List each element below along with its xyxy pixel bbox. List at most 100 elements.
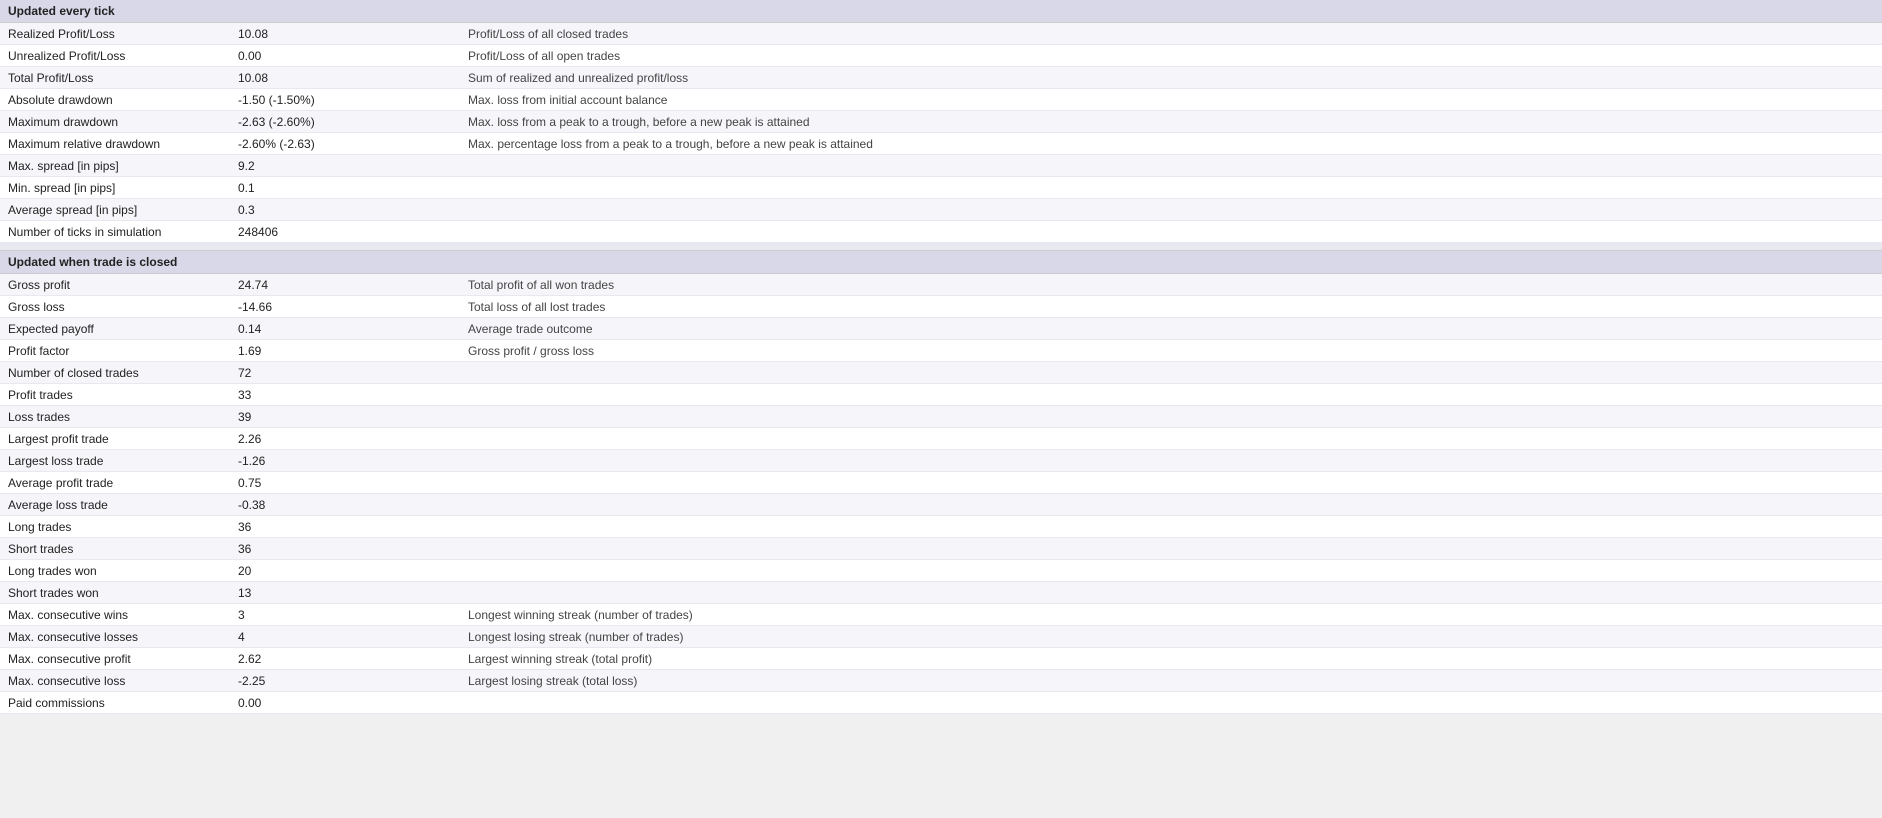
row-label: Short trades bbox=[0, 539, 230, 559]
table-row: Total Profit/Loss10.08Sum of realized an… bbox=[0, 67, 1882, 89]
row-label: Profit trades bbox=[0, 385, 230, 405]
row-desc: Largest losing streak (total loss) bbox=[460, 671, 1882, 691]
row-value: 2.62 bbox=[230, 649, 460, 669]
row-desc bbox=[460, 700, 1882, 706]
row-desc: Longest losing streak (number of trades) bbox=[460, 627, 1882, 647]
row-label: Gross loss bbox=[0, 297, 230, 317]
row-label: Max. consecutive profit bbox=[0, 649, 230, 669]
row-value: 0.00 bbox=[230, 693, 460, 713]
row-label: Max. consecutive losses bbox=[0, 627, 230, 647]
row-desc: Average trade outcome bbox=[460, 319, 1882, 339]
row-label: Gross profit bbox=[0, 275, 230, 295]
row-value: 248406 bbox=[230, 222, 460, 242]
table-row: Max. consecutive loss-2.25Largest losing… bbox=[0, 670, 1882, 692]
table-row: Long trades36 bbox=[0, 516, 1882, 538]
stats-table: Updated every tickRealized Profit/Loss10… bbox=[0, 0, 1882, 714]
table-row: Average spread [in pips]0.3 bbox=[0, 199, 1882, 221]
table-row: Loss trades39 bbox=[0, 406, 1882, 428]
row-value: 20 bbox=[230, 561, 460, 581]
row-label: Min. spread [in pips] bbox=[0, 178, 230, 198]
row-label: Max. consecutive wins bbox=[0, 605, 230, 625]
row-desc bbox=[460, 546, 1882, 552]
row-desc: Profit/Loss of all closed trades bbox=[460, 24, 1882, 44]
table-row: Largest loss trade-1.26 bbox=[0, 450, 1882, 472]
row-label: Largest loss trade bbox=[0, 451, 230, 471]
row-value: 33 bbox=[230, 385, 460, 405]
table-row: Largest profit trade2.26 bbox=[0, 428, 1882, 450]
row-value: -0.38 bbox=[230, 495, 460, 515]
table-row: Gross profit24.74Total profit of all won… bbox=[0, 274, 1882, 296]
row-value: 2.26 bbox=[230, 429, 460, 449]
row-label: Average spread [in pips] bbox=[0, 200, 230, 220]
row-label: Number of closed trades bbox=[0, 363, 230, 383]
row-value: -14.66 bbox=[230, 297, 460, 317]
row-value: 0.00 bbox=[230, 46, 460, 66]
row-desc bbox=[460, 480, 1882, 486]
table-row: Profit factor1.69Gross profit / gross lo… bbox=[0, 340, 1882, 362]
table-row: Gross loss-14.66Total loss of all lost t… bbox=[0, 296, 1882, 318]
row-desc bbox=[460, 502, 1882, 508]
row-label: Maximum relative drawdown bbox=[0, 134, 230, 154]
table-row: Average loss trade-0.38 bbox=[0, 494, 1882, 516]
row-label: Profit factor bbox=[0, 341, 230, 361]
row-desc bbox=[460, 590, 1882, 596]
row-label: Average loss trade bbox=[0, 495, 230, 515]
table-row: Maximum drawdown-2.63 (-2.60%)Max. loss … bbox=[0, 111, 1882, 133]
row-desc bbox=[460, 414, 1882, 420]
row-label: Unrealized Profit/Loss bbox=[0, 46, 230, 66]
row-desc: Max. loss from initial account balance bbox=[460, 90, 1882, 110]
row-value: 24.74 bbox=[230, 275, 460, 295]
row-label: Absolute drawdown bbox=[0, 90, 230, 110]
row-value: 0.75 bbox=[230, 473, 460, 493]
row-label: Largest profit trade bbox=[0, 429, 230, 449]
row-desc bbox=[460, 163, 1882, 169]
row-desc bbox=[460, 392, 1882, 398]
table-row: Paid commissions0.00 bbox=[0, 692, 1882, 714]
row-value: 10.08 bbox=[230, 68, 460, 88]
row-label: Expected payoff bbox=[0, 319, 230, 339]
row-value: -2.25 bbox=[230, 671, 460, 691]
row-label: Max. spread [in pips] bbox=[0, 156, 230, 176]
row-desc: Total loss of all lost trades bbox=[460, 297, 1882, 317]
row-value: 39 bbox=[230, 407, 460, 427]
row-label: Loss trades bbox=[0, 407, 230, 427]
row-value: -1.26 bbox=[230, 451, 460, 471]
row-label: Paid commissions bbox=[0, 693, 230, 713]
row-value: 4 bbox=[230, 627, 460, 647]
table-row: Max. spread [in pips]9.2 bbox=[0, 155, 1882, 177]
row-desc bbox=[460, 185, 1882, 191]
row-desc bbox=[460, 458, 1882, 464]
row-desc bbox=[460, 568, 1882, 574]
row-desc: Longest winning streak (number of trades… bbox=[460, 605, 1882, 625]
row-label: Number of ticks in simulation bbox=[0, 222, 230, 242]
row-label: Long trades bbox=[0, 517, 230, 537]
row-value: 13 bbox=[230, 583, 460, 603]
row-label: Long trades won bbox=[0, 561, 230, 581]
row-desc: Max. percentage loss from a peak to a tr… bbox=[460, 134, 1882, 154]
table-row: Min. spread [in pips]0.1 bbox=[0, 177, 1882, 199]
table-row: Max. consecutive losses4Longest losing s… bbox=[0, 626, 1882, 648]
table-row: Profit trades33 bbox=[0, 384, 1882, 406]
table-row: Short trades36 bbox=[0, 538, 1882, 560]
row-label: Max. consecutive loss bbox=[0, 671, 230, 691]
table-row: Realized Profit/Loss10.08Profit/Loss of … bbox=[0, 23, 1882, 45]
row-value: 72 bbox=[230, 363, 460, 383]
row-label: Total Profit/Loss bbox=[0, 68, 230, 88]
row-label: Maximum drawdown bbox=[0, 112, 230, 132]
row-desc: Profit/Loss of all open trades bbox=[460, 46, 1882, 66]
table-row: Average profit trade0.75 bbox=[0, 472, 1882, 494]
row-desc bbox=[460, 207, 1882, 213]
table-row: Absolute drawdown-1.50 (-1.50%)Max. loss… bbox=[0, 89, 1882, 111]
row-desc: Sum of realized and unrealized profit/lo… bbox=[460, 68, 1882, 88]
row-value: 3 bbox=[230, 605, 460, 625]
table-row: Max. consecutive wins3Longest winning st… bbox=[0, 604, 1882, 626]
row-label: Realized Profit/Loss bbox=[0, 24, 230, 44]
table-row: Long trades won20 bbox=[0, 560, 1882, 582]
table-row: Maximum relative drawdown-2.60% (-2.63)M… bbox=[0, 133, 1882, 155]
row-value: 0.3 bbox=[230, 200, 460, 220]
table-row: Number of ticks in simulation248406 bbox=[0, 221, 1882, 243]
row-value: -1.50 (-1.50%) bbox=[230, 90, 460, 110]
table-row: Number of closed trades72 bbox=[0, 362, 1882, 384]
row-value: 1.69 bbox=[230, 341, 460, 361]
row-value: 0.1 bbox=[230, 178, 460, 198]
